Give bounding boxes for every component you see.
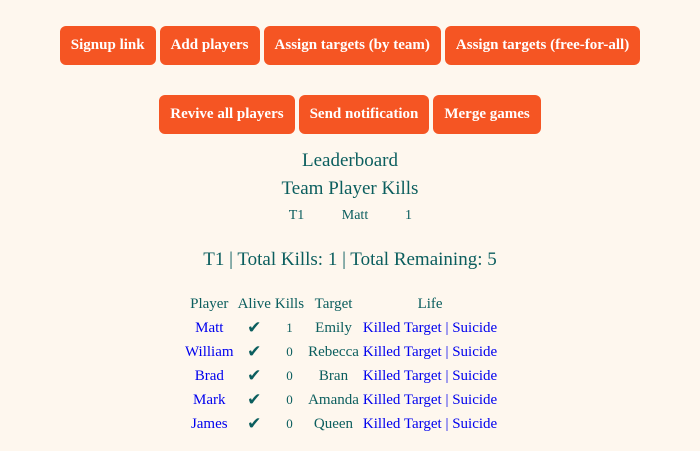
leaderboard-row: T1 Matt 1: [0, 208, 700, 224]
kills-cell: 0: [286, 344, 293, 359]
header-life: Life: [417, 295, 443, 312]
separator: |: [445, 367, 449, 384]
life-cell: Killed Target | Suicide: [361, 412, 499, 436]
check-mark-icon: ✔: [247, 318, 262, 337]
killed-target-link[interactable]: Killed Target: [363, 416, 442, 432]
table-row: James ✔ 0 Queen Killed Target | Suicide: [183, 412, 499, 436]
suicide-link[interactable]: Suicide: [452, 320, 497, 336]
admin-actions-row-2: Revive all players Send notification Mer…: [0, 95, 700, 134]
player-link[interactable]: James: [191, 416, 228, 432]
suicide-link[interactable]: Suicide: [452, 344, 497, 360]
life-cell: Killed Target | Suicide: [361, 340, 499, 364]
leaderboard-team: T1: [288, 208, 305, 223]
target-cell: Bran: [318, 367, 349, 384]
check-mark-icon: ✔: [247, 414, 262, 433]
admin-actions-row-1: Signup link Add players Assign targets (…: [0, 26, 700, 65]
kills-cell: 0: [286, 392, 293, 407]
player-link[interactable]: William: [185, 344, 234, 360]
separator: |: [445, 343, 449, 360]
target-cell: Rebecca: [308, 343, 359, 360]
life-cell: Killed Target | Suicide: [361, 364, 499, 388]
check-mark-icon: ✔: [247, 366, 262, 385]
header-target: Target: [314, 295, 353, 312]
leaderboard-title: Leaderboard: [302, 150, 398, 171]
assign-targets-team-button[interactable]: Assign targets (by team): [263, 26, 441, 65]
player-link[interactable]: Mark: [193, 392, 226, 408]
suicide-link[interactable]: Suicide: [452, 416, 497, 432]
header-alive: Alive: [237, 295, 271, 312]
separator: |: [445, 391, 449, 408]
kills-cell: 0: [286, 416, 293, 431]
killed-target-link[interactable]: Killed Target: [363, 368, 442, 384]
target-cell: Queen: [313, 415, 354, 432]
life-cell: Killed Target | Suicide: [361, 316, 499, 340]
header-kills: Kills: [274, 295, 305, 312]
leaderboard-subtitle: Team Player Kills: [281, 178, 419, 199]
table-row: Matt ✔ 1 Emily Killed Target | Suicide: [183, 316, 499, 340]
target-cell: Emily: [315, 319, 352, 336]
separator: |: [445, 415, 449, 432]
killed-target-link[interactable]: Killed Target: [363, 344, 442, 360]
target-cell: Amanda: [308, 391, 359, 408]
merge-games-button[interactable]: Merge games: [433, 95, 541, 134]
table-row: Brad ✔ 0 Bran Killed Target | Suicide: [183, 364, 499, 388]
add-players-button[interactable]: Add players: [159, 26, 260, 65]
signup-link-button[interactable]: Signup link: [59, 26, 156, 65]
table-row: William ✔ 0 Rebecca Killed Target | Suicide: [183, 340, 499, 364]
assign-targets-ffa-button[interactable]: Assign targets (free-for-all): [444, 26, 641, 65]
suicide-link[interactable]: Suicide: [452, 392, 497, 408]
check-mark-icon: ✔: [247, 390, 262, 409]
table-row: Mark ✔ 0 Amanda Killed Target | Suicide: [183, 388, 499, 412]
revive-all-button[interactable]: Revive all players: [159, 95, 295, 134]
kills-cell: 0: [286, 368, 293, 383]
table-header: Player Alive Kills Target Life: [183, 292, 499, 316]
header-player: Player: [190, 295, 229, 312]
leaderboard-kills: 1: [405, 208, 412, 223]
separator: |: [445, 319, 449, 336]
player-link[interactable]: Brad: [195, 368, 224, 384]
killed-target-link[interactable]: Killed Target: [363, 320, 442, 336]
send-notification-button[interactable]: Send notification: [298, 95, 430, 134]
team-summary: T1 | Total Kills: 1 | Total Remaining: 5: [203, 249, 497, 270]
killed-target-link[interactable]: Killed Target: [363, 392, 442, 408]
players-table: Player Alive Kills Target Life Matt ✔ 1 Emi…: [183, 292, 499, 436]
suicide-link[interactable]: Suicide: [452, 368, 497, 384]
kills-cell: 1: [286, 320, 293, 335]
leaderboard-player: Matt: [341, 208, 369, 223]
player-link[interactable]: Matt: [195, 320, 223, 336]
life-cell: Killed Target | Suicide: [361, 388, 499, 412]
check-mark-icon: ✔: [247, 342, 262, 361]
